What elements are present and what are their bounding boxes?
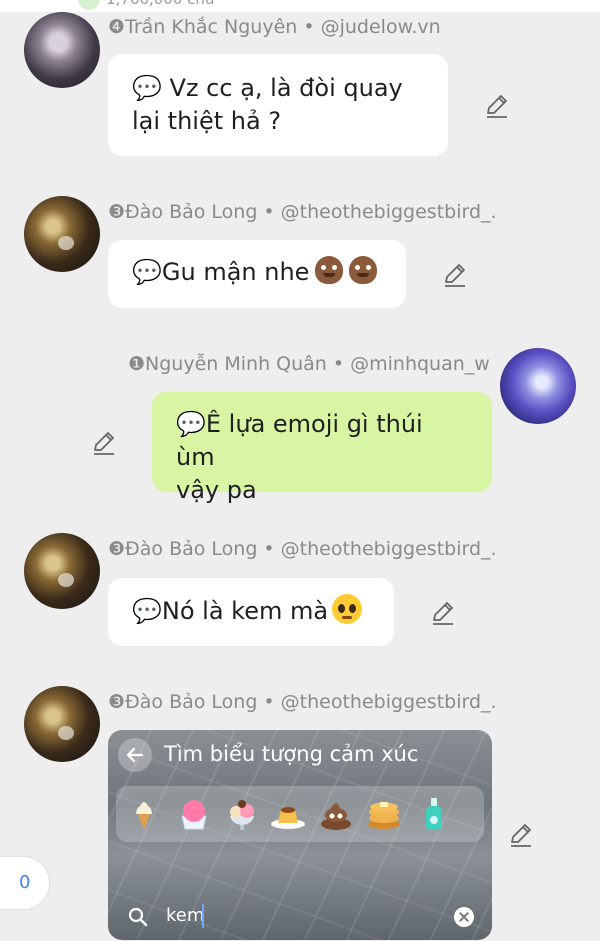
status-dot-icon — [78, 0, 100, 10]
speech-balloon-icon: 💬 — [176, 410, 206, 438]
avatar[interactable] — [24, 12, 100, 88]
pleading-face-icon — [332, 594, 363, 624]
sender-name[interactable]: ❸Đào Bảo Long • @theothebiggestbird_. — [108, 691, 497, 713]
speech-balloon-icon: 💬 — [132, 258, 162, 286]
arrow-left-icon — [126, 747, 144, 763]
edit-icon[interactable] — [508, 822, 534, 848]
custard-icon[interactable] — [270, 796, 306, 832]
lotion-bottle-icon[interactable] — [416, 796, 452, 832]
sender-name[interactable]: ❸Đào Bảo Long • @theothebiggestbird_. — [108, 201, 497, 223]
speech-balloon-icon: 💬 — [132, 597, 162, 625]
message-bubble[interactable]: 💬Gu mận nhe — [108, 240, 406, 308]
back-button[interactable] — [118, 738, 152, 772]
sender-name[interactable]: ❹Trần Khắc Nguyên • @judelow.vn — [108, 16, 441, 38]
pile-of-poo-icon — [315, 256, 344, 284]
avatar[interactable] — [24, 196, 100, 272]
emoji-search-input[interactable]: kem — [166, 905, 204, 926]
emoji-search-panel: Tìm biểu tượng cảm xúc kem — [108, 730, 492, 940]
edit-icon[interactable] — [430, 600, 456, 626]
panel-title: Tìm biểu tượng cảm xúc — [164, 742, 419, 766]
avatar[interactable] — [24, 686, 100, 762]
clear-icon[interactable] — [454, 907, 474, 927]
unread-counter-button[interactable]: 0 — [0, 856, 50, 910]
edit-icon[interactable] — [442, 262, 468, 288]
sender-name[interactable]: ❶Nguyễn Minh Quân • @minhquan_w — [128, 353, 490, 375]
edit-icon[interactable] — [484, 93, 510, 119]
message-text: Ê lựa emoji gì thúi ùm vậy pa — [176, 410, 423, 505]
pile-of-poo-icon[interactable] — [318, 796, 354, 832]
pile-of-poo-icon — [349, 256, 378, 284]
message-text: Vz cc ạ, là đòi quay lại thiệt hả ? — [132, 74, 403, 136]
soft-ice-cream-icon[interactable] — [126, 796, 162, 832]
top-header-strip: 1,766,000 chữ — [0, 0, 600, 12]
pancakes-icon[interactable] — [366, 796, 402, 832]
text-caret — [202, 904, 204, 928]
sender-name[interactable]: ❸Đào Bảo Long • @theothebiggestbird_. — [108, 538, 497, 560]
message-bubble[interactable]: 💬Nó là kem mà — [108, 578, 394, 646]
message-bubble[interactable]: 💬Ê lựa emoji gì thúi ùm vậy pa — [152, 392, 492, 504]
message-text: Gu mận nhe — [161, 258, 310, 286]
emoji-search-bar[interactable]: kem — [116, 898, 484, 936]
shaved-ice-icon[interactable] — [176, 796, 212, 832]
avatar[interactable] — [24, 533, 100, 609]
emoji-results-row — [116, 786, 484, 842]
search-icon — [128, 907, 148, 927]
message-text: Nó là kem mà — [161, 597, 329, 625]
ice-cream-icon[interactable] — [224, 796, 260, 832]
counter-value: 0 — [19, 872, 31, 893]
top-truncated-text: 1,766,000 chữ — [106, 0, 214, 8]
speech-balloon-icon: 💬 — [132, 74, 162, 102]
avatar[interactable] — [500, 348, 576, 424]
message-bubble[interactable]: 💬 Vz cc ạ, là đòi quay lại thiệt hả ? — [108, 54, 448, 156]
edit-icon[interactable] — [91, 430, 117, 456]
